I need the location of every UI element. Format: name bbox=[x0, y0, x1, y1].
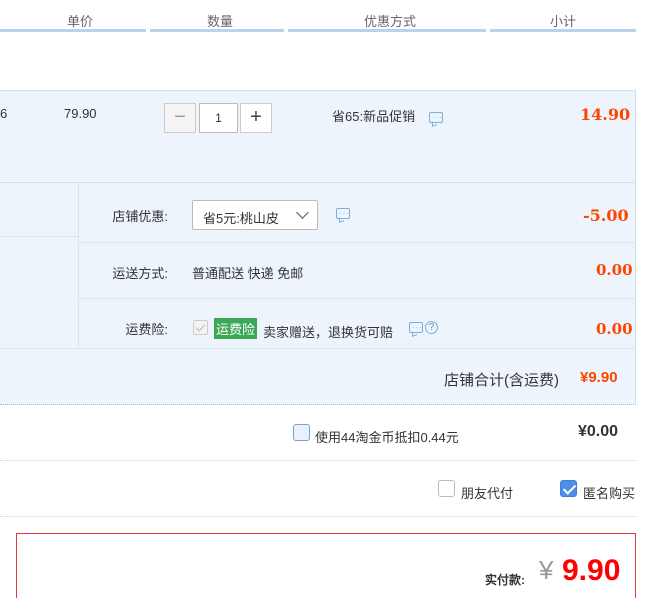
insurance-value: 0.00 bbox=[596, 320, 633, 338]
header-underline bbox=[0, 29, 146, 32]
header-underline bbox=[490, 29, 636, 32]
chevron-down-icon bbox=[296, 206, 309, 219]
chat-icon[interactable]: ··· bbox=[336, 208, 350, 219]
store-divider bbox=[79, 298, 636, 299]
qty-input[interactable]: 1 bbox=[199, 103, 238, 133]
coin-checkbox[interactable] bbox=[293, 424, 310, 441]
coin-text: 使用44淘金币抵扣0.44元 bbox=[315, 430, 459, 445]
header-subtotal: 小计 bbox=[549, 14, 576, 29]
coupon-value: -5.00 bbox=[583, 206, 629, 225]
store-total-value: ¥9.90 bbox=[580, 369, 618, 386]
qty-increase-button[interactable]: + bbox=[240, 103, 272, 133]
friend-pay-label[interactable]: 朋友代付 bbox=[461, 483, 513, 502]
coupon-label: 店铺优惠: bbox=[112, 209, 168, 224]
insurance-label: 运费险: bbox=[125, 322, 168, 337]
cart-item-row: 6 79.90 − 1 + 省65:新品促销 ··· 14.90 bbox=[0, 90, 636, 182]
header-underline bbox=[150, 29, 284, 32]
coin-row: 使用44淘金币抵扣0.44元 ¥0.00 bbox=[0, 405, 636, 461]
shipping-label: 运送方式: bbox=[112, 266, 168, 281]
store-divider bbox=[0, 236, 78, 237]
insurance-text: 卖家赠送，退换货可赔 bbox=[263, 325, 394, 340]
shipping-method: 普通配送 快递 免邮 bbox=[192, 266, 304, 281]
item-discount-text: 省65:新品促销 bbox=[332, 109, 416, 124]
store-total-label: 店铺合计(含运费) bbox=[444, 372, 559, 389]
item-subtotal: 14.90 bbox=[580, 105, 631, 124]
payment-summary: 实付款: ¥ 9.90 bbox=[16, 533, 636, 598]
qty-decrease-button[interactable]: − bbox=[164, 103, 196, 133]
header-unit-price: 单价 bbox=[66, 14, 93, 29]
currency-symbol: ¥ bbox=[539, 555, 554, 585]
store-divider bbox=[79, 242, 636, 243]
pay-total-value: 9.90 bbox=[562, 554, 621, 587]
options-row: 朋友代付 匿名购买 bbox=[0, 461, 636, 517]
help-icon[interactable]: ? bbox=[425, 321, 438, 334]
header-discount: 优惠方式 bbox=[363, 14, 416, 29]
insurance-checkbox bbox=[193, 320, 208, 335]
anonymous-checkbox[interactable] bbox=[560, 480, 577, 497]
store-section: 店铺优惠: 省5元:桃山皮 ··· -5.00 运送方式: 普通配送 快递 免邮… bbox=[0, 182, 636, 405]
shipping-value: 0.00 bbox=[596, 261, 633, 279]
coin-value: ¥0.00 bbox=[578, 423, 619, 440]
coupon-selected-value: 省5元:桃山皮 bbox=[203, 211, 279, 226]
insurance-tag: 运费险 bbox=[214, 318, 258, 339]
store-divider bbox=[0, 348, 636, 349]
chat-icon[interactable]: ··· bbox=[409, 322, 423, 333]
header-quantity: 数量 bbox=[206, 14, 233, 29]
coupon-select[interactable]: 省5元:桃山皮 bbox=[192, 200, 318, 230]
item-unit-price: 79.90 bbox=[64, 106, 97, 121]
item-name-fragment: 6 bbox=[0, 106, 8, 121]
header-underline bbox=[288, 29, 486, 32]
pay-label: 实付款: bbox=[485, 573, 525, 587]
friend-pay-checkbox[interactable] bbox=[438, 480, 455, 497]
anonymous-label[interactable]: 匿名购买 bbox=[583, 483, 635, 502]
store-divider bbox=[78, 183, 79, 348]
cart-header: 单价 数量 优惠方式 小计 bbox=[0, 0, 655, 36]
chat-icon[interactable]: ··· bbox=[429, 112, 443, 123]
